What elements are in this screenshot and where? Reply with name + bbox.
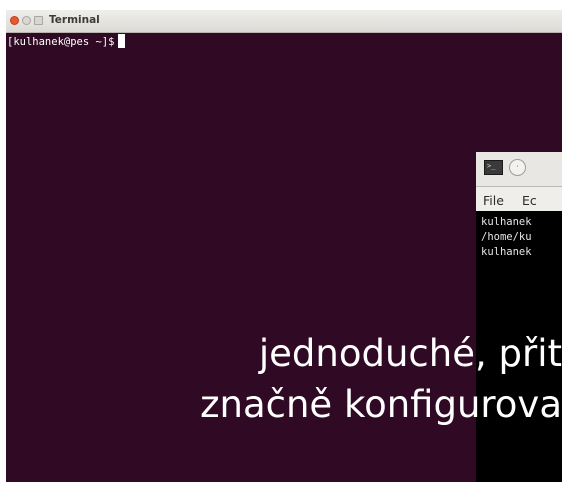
caption-line-2: značně konfigurova <box>200 383 562 426</box>
maximize-icon[interactable] <box>34 16 43 25</box>
shell-prompt: [kulhanek@pes ~]$ <box>7 36 115 48</box>
title-bar[interactable]: Terminal <box>6 10 562 33</box>
menu-file[interactable]: File <box>483 193 504 208</box>
menu-edit[interactable]: Ec <box>522 193 537 208</box>
terminal-line: kulhanek <box>481 246 532 258</box>
secondary-terminal-window[interactable]: >_ · File Ec kulhanek/home/ku kulhanek <box>476 152 562 482</box>
minimize-icon[interactable] <box>22 16 31 25</box>
caption-line-1: jednoduché, přit <box>258 332 562 375</box>
terminal-line: kulhanek <box>481 216 532 228</box>
close-icon[interactable] <box>10 16 19 25</box>
window-title: Terminal <box>49 14 100 26</box>
secondary-title-bar[interactable]: >_ · <box>476 152 562 187</box>
text-cursor <box>118 34 126 48</box>
secondary-terminal-content[interactable]: kulhanek/home/ku kulhanek <box>481 215 532 260</box>
terminal-line: /home/ku <box>481 231 532 243</box>
window-menu-icon[interactable]: · <box>509 159 526 176</box>
menu-bar: File Ec <box>476 187 562 211</box>
terminal-icon: >_ <box>484 160 503 175</box>
